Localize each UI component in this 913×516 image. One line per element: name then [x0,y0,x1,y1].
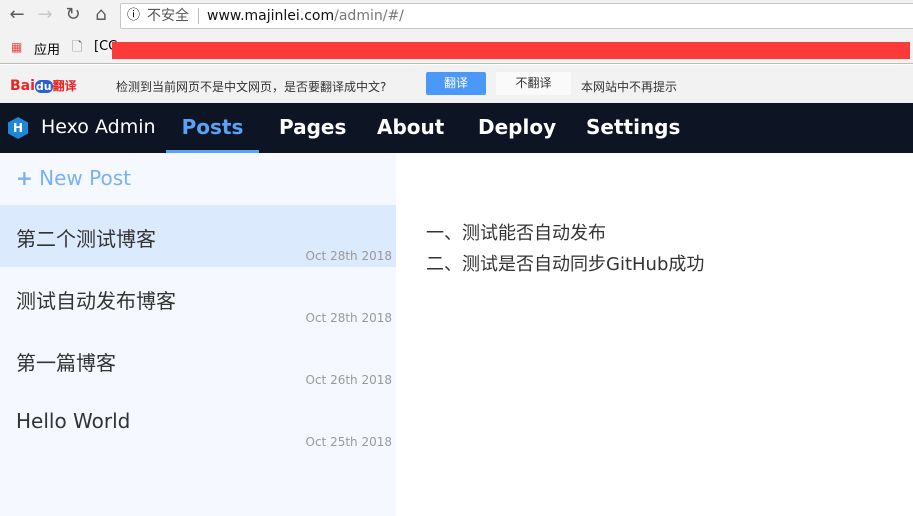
post-title: 第二个测试博客 [16,227,156,251]
nav-about[interactable]: About [377,103,444,153]
bookmark-apps[interactable]: 应用 [34,39,60,58]
browser-toolbar: ← → ↻ ⌂ ⓘ 不安全 www.majinlei.com/admin/#/ [0,0,913,32]
url-path: /admin/#/ [334,8,404,24]
post-list: + New Post 第二个测试博客 Oct 28th 2018 测试自动发布博客… [0,153,396,516]
nav-settings[interactable]: Settings [586,103,680,153]
content-line: 一、测试能否自动发布 [426,223,606,244]
post-item[interactable]: 测试自动发布博客 Oct 28th 2018 [0,267,396,329]
new-post-label: New Post [39,166,131,190]
never-translate-link[interactable]: 本网站中不再提示 [581,78,677,95]
page-icon: 🗋 [72,40,83,55]
top-nav: H Hexo Admin Posts Pages About Deploy Se… [0,103,913,153]
content-line: 二、测试是否自动同步GitHub成功 [426,254,705,275]
no-translate-button[interactable]: 不翻译 [496,72,571,95]
url: www.majinlei.com/admin/#/ [207,4,404,28]
hexo-logo-icon: H [8,117,28,139]
post-item[interactable]: Hello World Oct 25th 2018 [0,391,396,453]
plus-icon: + [16,166,33,190]
url-host: www.majinlei.com [207,8,335,24]
post-date: Oct 28th 2018 [305,311,393,325]
post-title: Hello World [16,409,131,433]
post-title: 第一篇博客 [16,351,116,375]
post-item[interactable]: 第二个测试博客 Oct 28th 2018 [0,205,396,267]
nav-deploy[interactable]: Deploy [478,103,556,153]
info-icon[interactable]: ⓘ [127,4,140,28]
post-title: 测试自动发布博客 [16,289,176,313]
redaction-bar [112,42,910,59]
bookmarks-bar: ▦ 应用 🗋 [CC [0,32,913,64]
home-icon[interactable]: ⌂ [90,4,112,26]
app-title[interactable]: Hexo Admin [41,103,156,151]
post-date: Oct 26th 2018 [305,373,393,387]
baidu-logo: Baidu翻译 [10,78,77,94]
translate-button[interactable]: 翻译 [426,72,486,95]
nav-pages[interactable]: Pages [279,103,346,153]
post-preview: 一、测试能否自动发布 二、测试是否自动同步GitHub成功 [426,218,704,280]
post-date: Oct 25th 2018 [305,435,393,449]
divider [198,8,199,24]
back-icon[interactable]: ← [6,4,28,26]
nav-posts[interactable]: Posts [166,103,259,153]
apps-icon: ▦ [11,40,23,54]
post-date: Oct 28th 2018 [305,249,393,263]
translate-bar: Baidu翻译 检测到当前网页不是中文网页，是否要翻译成中文? 翻译 不翻译 本… [0,65,913,103]
address-bar[interactable]: ⓘ 不安全 www.majinlei.com/admin/#/ [120,3,913,29]
security-label: 不安全 [147,8,189,24]
translate-prompt: 检测到当前网页不是中文网页，是否要翻译成中文? [116,80,387,94]
forward-icon[interactable]: → [34,4,56,26]
new-post-button[interactable]: + New Post [16,166,131,190]
reload-icon[interactable]: ↻ [62,4,84,26]
post-item[interactable]: 第一篇博客 Oct 26th 2018 [0,329,396,391]
